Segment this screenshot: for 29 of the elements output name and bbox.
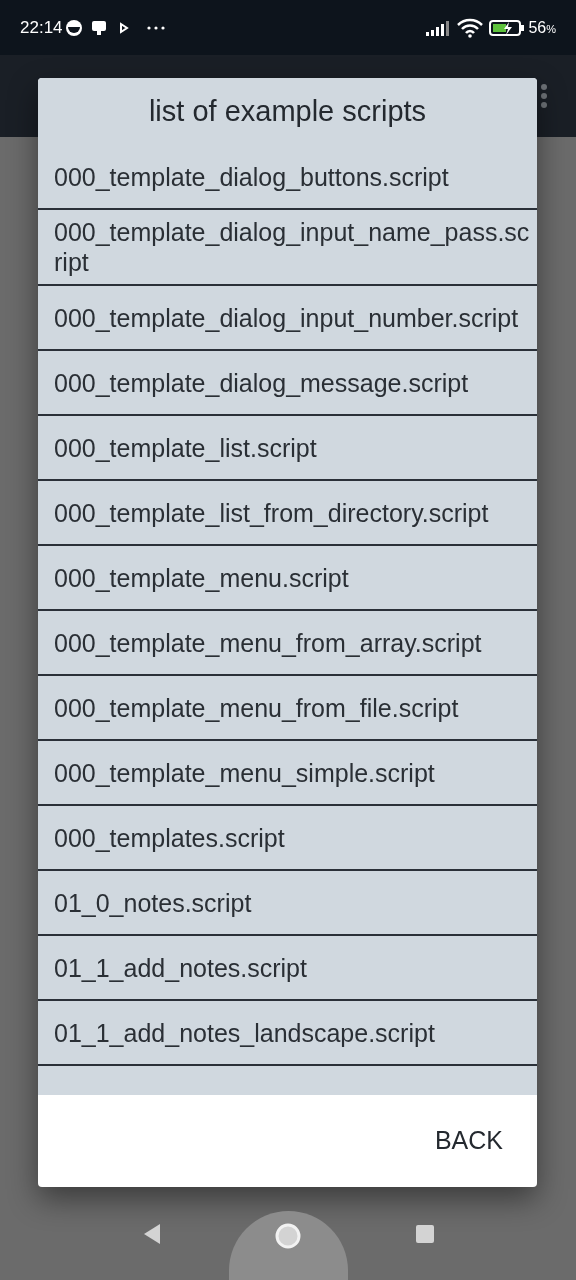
- script-list-item[interactable]: 000_template_list_from_directory.script: [54, 497, 489, 528]
- battery-percent: 56%: [528, 17, 556, 38]
- battery-icon: [489, 18, 526, 37]
- script-list-item[interactable]: 01_0_notes.script: [54, 887, 252, 918]
- script-list-item[interactable]: 000_template_menu.script: [54, 562, 349, 593]
- play-notification-icon: [118, 21, 129, 34]
- back-button[interactable]: BACK: [432, 1114, 505, 1168]
- home-icon: [274, 1221, 302, 1250]
- wifi-icon: [457, 17, 484, 38]
- recents-nav-icon[interactable]: [415, 1224, 434, 1243]
- script-list-item[interactable]: 000_template_dialog_input_name_pass.script: [54, 217, 537, 277]
- script-list-item[interactable]: 000_template_dialog_message.script: [54, 367, 469, 398]
- back-nav-icon[interactable]: [142, 1222, 161, 1245]
- signal-icon: [425, 19, 452, 36]
- smiley-notification-icon: [64, 18, 83, 37]
- overflow-menu-icon[interactable]: [540, 83, 548, 109]
- more-notifications-icon: [146, 25, 165, 30]
- script-list-item[interactable]: 000_templates.script: [54, 822, 285, 853]
- script-list-item[interactable]: 000_template_dialog_input_number.script: [54, 302, 519, 333]
- clock: 22:14: [20, 16, 63, 39]
- dialog-title: list of example scripts: [148, 93, 427, 129]
- script-list-item[interactable]: 000_template_menu_simple.script: [54, 757, 435, 788]
- script-list-item[interactable]: 01_1_add_notes.script: [54, 952, 307, 983]
- script-list-item[interactable]: 000_template_list.script: [54, 432, 317, 463]
- script-list-item[interactable]: 000_template_dialog_buttons.script: [54, 161, 449, 192]
- script-list-item[interactable]: 000_template_menu_from_file.script: [54, 692, 459, 723]
- sign-notification-icon: [90, 19, 107, 36]
- script-list-item[interactable]: 01_1_add_notes_landscape.script: [54, 1017, 435, 1048]
- script-list-item[interactable]: 000_template_menu_from_array.script: [54, 627, 482, 658]
